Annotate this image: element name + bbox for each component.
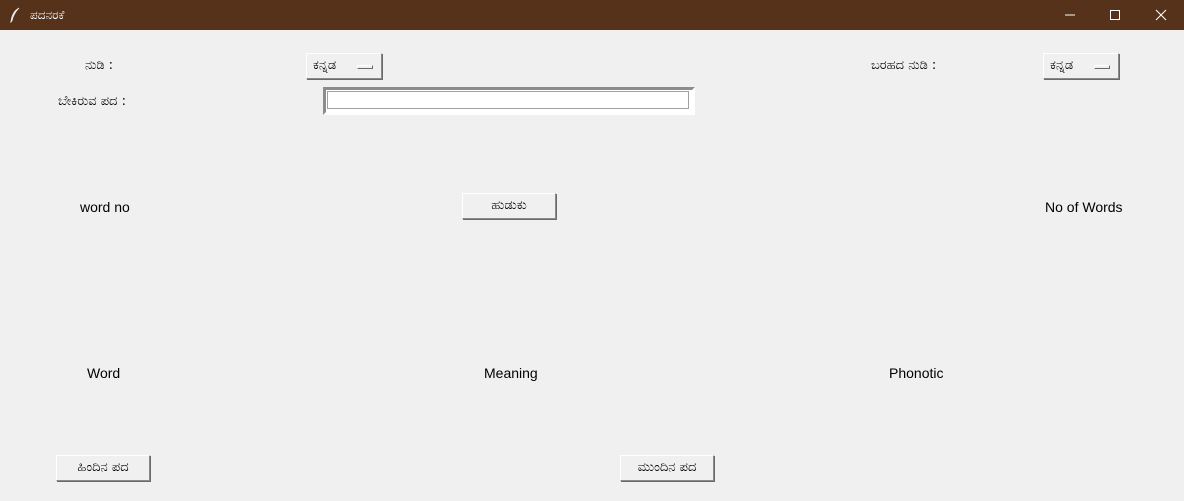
search-button[interactable]: ಹುಡುಕು: [462, 193, 556, 219]
minimize-button[interactable]: [1047, 0, 1093, 30]
window-title: ಪದನರಕೆ: [30, 8, 65, 22]
word-label: Word: [87, 365, 121, 381]
minimize-icon: [1065, 14, 1075, 16]
script-language-select-value: ಕನ್ನಡ: [1050, 58, 1074, 73]
maximize-icon: [1110, 10, 1120, 20]
language-select-value: ಕನ್ನಡ: [313, 58, 337, 73]
language-select[interactable]: ಕನ್ನಡ: [306, 53, 382, 79]
script-language-select[interactable]: ಕನ್ನಡ: [1043, 53, 1119, 79]
maximize-button[interactable]: [1092, 0, 1138, 30]
phonetic-label: Phonotic: [889, 365, 944, 381]
dropdown-indicator-icon: [357, 65, 373, 69]
word-no-label: word no: [80, 199, 130, 215]
close-button[interactable]: [1138, 0, 1184, 30]
feather-icon: [9, 7, 21, 23]
close-icon: [1155, 9, 1167, 21]
search-input[interactable]: [327, 91, 689, 109]
title-bar: ಪದನರಕೆ: [0, 0, 1184, 30]
script-language-label: ಬರಹದ ನುಡಿ :: [871, 58, 937, 73]
meaning-label: Meaning: [484, 365, 538, 381]
next-word-button[interactable]: ಮುಂದಿನ ಪದ: [620, 455, 714, 481]
word-count-label: No of Words: [1045, 199, 1123, 215]
dropdown-indicator-icon: [1094, 65, 1110, 69]
language-label: ನುಡಿ :: [85, 58, 114, 73]
search-field-frame: [323, 87, 695, 115]
previous-word-button[interactable]: ಹಿಂದಿನ ಪದ: [56, 455, 150, 481]
search-word-label: ಬೇಕಿರುವ ಪದ :: [58, 94, 126, 109]
